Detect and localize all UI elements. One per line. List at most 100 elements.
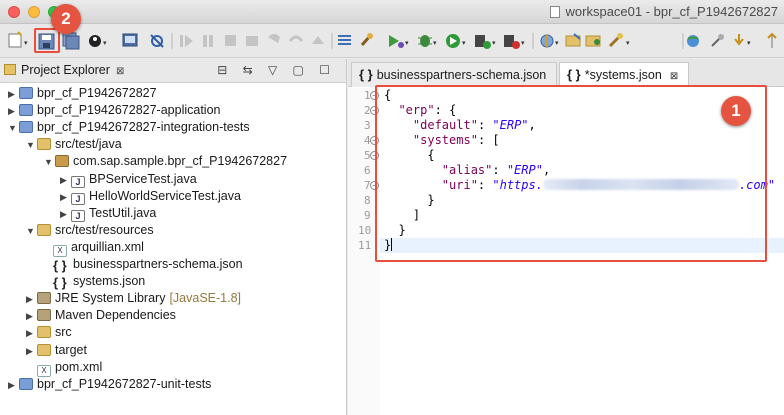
json-file-icon: { }: [53, 275, 67, 291]
pin-icon[interactable]: [711, 34, 724, 47]
tree-item-label: src/test/resources: [55, 222, 154, 237]
collapsed-arrow-icon[interactable]: ▶: [26, 325, 36, 342]
svg-text:▾: ▾: [462, 39, 466, 47]
tree-item[interactable]: { } systems.json: [42, 273, 145, 290]
tasks-icon[interactable]: [338, 35, 351, 45]
collapsed-arrow-icon[interactable]: ▶: [26, 308, 36, 325]
svg-text:▾: ▾: [747, 39, 751, 47]
tree-item[interactable]: ▶ target: [26, 342, 87, 359]
package-icon: [55, 155, 69, 168]
collapsed-arrow-icon[interactable]: ▶: [8, 103, 18, 120]
next-annotation-icon[interactable]: [734, 34, 744, 46]
collapsed-arrow-icon[interactable]: ▶: [60, 172, 70, 189]
step-return-icon[interactable]: [312, 36, 324, 44]
expanded-arrow-icon[interactable]: ▼: [26, 137, 36, 154]
stop-icon[interactable]: [225, 35, 236, 46]
tree-item[interactable]: Xarquillian.xml: [42, 239, 144, 257]
resume-arrow-icon[interactable]: [185, 35, 193, 47]
close-icon[interactable]: ⊠: [116, 66, 124, 77]
svg-text:▾: ▾: [24, 39, 28, 47]
tree-item-label: businesspartners-schema.json: [73, 257, 243, 271]
collapsed-arrow-icon[interactable]: ▶: [8, 86, 18, 103]
tree-item[interactable]: ▶ bpr_cf_P1942672827-application: [8, 102, 220, 119]
suspend-icon[interactable]: [203, 35, 207, 47]
source-folder-icon: [37, 138, 51, 151]
resume-icon[interactable]: [180, 35, 183, 47]
tree-item[interactable]: ▶ src: [26, 324, 72, 341]
close-window-button[interactable]: [8, 6, 20, 18]
tree-item-label: BPServiceTest.java: [89, 171, 197, 186]
tree-item[interactable]: ▶ bpr_cf_P1942672827-unit-tests: [8, 376, 211, 393]
expanded-arrow-icon[interactable]: ▼: [44, 154, 54, 171]
debug-icon[interactable]: [389, 35, 404, 48]
tree-item[interactable]: ▼ src/test/resources: [26, 222, 154, 239]
tree-item-label: target: [55, 342, 87, 357]
tree-item-label: systems.json: [73, 274, 146, 289]
expanded-arrow-icon[interactable]: ▼: [26, 223, 36, 240]
collapsed-arrow-icon[interactable]: ▶: [60, 206, 70, 223]
tree-item[interactable]: ▼ bpr_cf_P1942672827-integration-tests: [8, 119, 250, 136]
collapsed-arrow-icon[interactable]: ▶: [26, 291, 36, 308]
tree-item[interactable]: { } businesspartners-schema.json: [42, 256, 243, 273]
expanded-arrow-icon[interactable]: ▼: [8, 120, 18, 137]
tree-item[interactable]: ▼ src/test/java: [26, 136, 122, 153]
close-icon[interactable]: ⊠: [670, 71, 678, 82]
tab-systems-json[interactable]: { } *systems.json ⊠: [559, 62, 689, 87]
json-file-icon: { }: [567, 67, 581, 82]
tree-item-label: com.sap.sample.bpr_cf_P1942672827: [73, 154, 288, 169]
tree-item[interactable]: Xpom.xml: [26, 359, 103, 377]
project-icon: [19, 104, 33, 117]
collapsed-arrow-icon[interactable]: ▶: [8, 377, 18, 394]
svg-text:▾: ▾: [521, 39, 525, 47]
step-into-icon[interactable]: [268, 34, 280, 43]
step-over-icon[interactable]: [288, 35, 304, 42]
minimize-window-button[interactable]: [28, 6, 40, 18]
project-icon: [19, 87, 33, 99]
save-button-highlight: [34, 28, 60, 53]
tree-item[interactable]: ▶ bpr_cf_P1942672827: [8, 85, 157, 102]
tree-item[interactable]: ▶ Maven Dependencies: [26, 307, 176, 324]
stop-server-icon[interactable]: [504, 35, 520, 49]
collapsed-arrow-icon[interactable]: ▶: [26, 343, 36, 360]
terminal-icon[interactable]: [122, 33, 138, 47]
new-icon[interactable]: [8, 31, 22, 48]
step-badge-editor: 1: [721, 96, 751, 126]
build-icon[interactable]: [360, 33, 373, 46]
project-explorer-tab[interactable]: Project Explorer ⊠: [4, 63, 124, 77]
tree-item-label: pom.xml: [55, 359, 103, 374]
run-server-icon[interactable]: [475, 35, 491, 49]
svg-text:▾: ▾: [492, 39, 496, 47]
tree-item[interactable]: ▶ J HelloWorldServiceTest.java: [60, 188, 241, 205]
tab-businesspartners-schema[interactable]: { } businesspartners-schema.json: [351, 62, 557, 87]
open-type-icon[interactable]: [565, 33, 581, 47]
tree-item[interactable]: ▶ J TestUtil.java: [60, 205, 156, 222]
search-icon[interactable]: [608, 33, 623, 48]
open-task-icon[interactable]: [585, 35, 601, 47]
run-icon[interactable]: [446, 34, 460, 48]
project-explorer-panel: Project Explorer ⊠ ⊟ ⇆ ▽ ▢ ☐ ▶ bpr_cf_P194…: [0, 59, 347, 415]
library-icon: [37, 309, 51, 322]
svg-text:▾: ▾: [626, 39, 630, 47]
tree-item[interactable]: ▼ com.sap.sample.bpr_cf_P1942672827: [44, 153, 287, 170]
tree-item-label: arquillian.xml: [71, 239, 144, 254]
disconnect-icon[interactable]: [246, 36, 258, 46]
svg-text:▾: ▾: [103, 39, 107, 47]
line-number: 10: [358, 224, 372, 237]
skip-breakpoints-icon[interactable]: [150, 34, 164, 48]
editor-tab-bar: { } businesspartners-schema.json { } *syst…: [348, 59, 784, 87]
view-toolbar[interactable]: ⊟ ⇆ ▽ ▢ ☐: [217, 63, 336, 77]
tree-item-label: bpr_cf_P1942672827-integration-tests: [37, 120, 250, 135]
collapsed-arrow-icon[interactable]: ▶: [60, 189, 70, 206]
tree-item-label: bpr_cf_P1942672827-application: [37, 103, 221, 118]
tree-item-label: Maven Dependencies: [55, 308, 176, 323]
save-all-icon[interactable]: [62, 32, 80, 50]
tree-item-label: HelloWorldServiceTest.java: [89, 188, 241, 203]
new-java-icon[interactable]: [540, 34, 554, 48]
svg-text:▾: ▾: [555, 39, 559, 47]
tree-item[interactable]: ▶ JRE System Library [JavaSE-1.8]: [26, 290, 241, 307]
back-icon[interactable]: [767, 32, 777, 48]
profile-icon[interactable]: [89, 35, 101, 47]
bug-icon[interactable]: [418, 35, 432, 47]
tree-item[interactable]: ▶ J BPServiceTest.java: [60, 171, 197, 188]
globe-icon[interactable]: [687, 35, 699, 47]
